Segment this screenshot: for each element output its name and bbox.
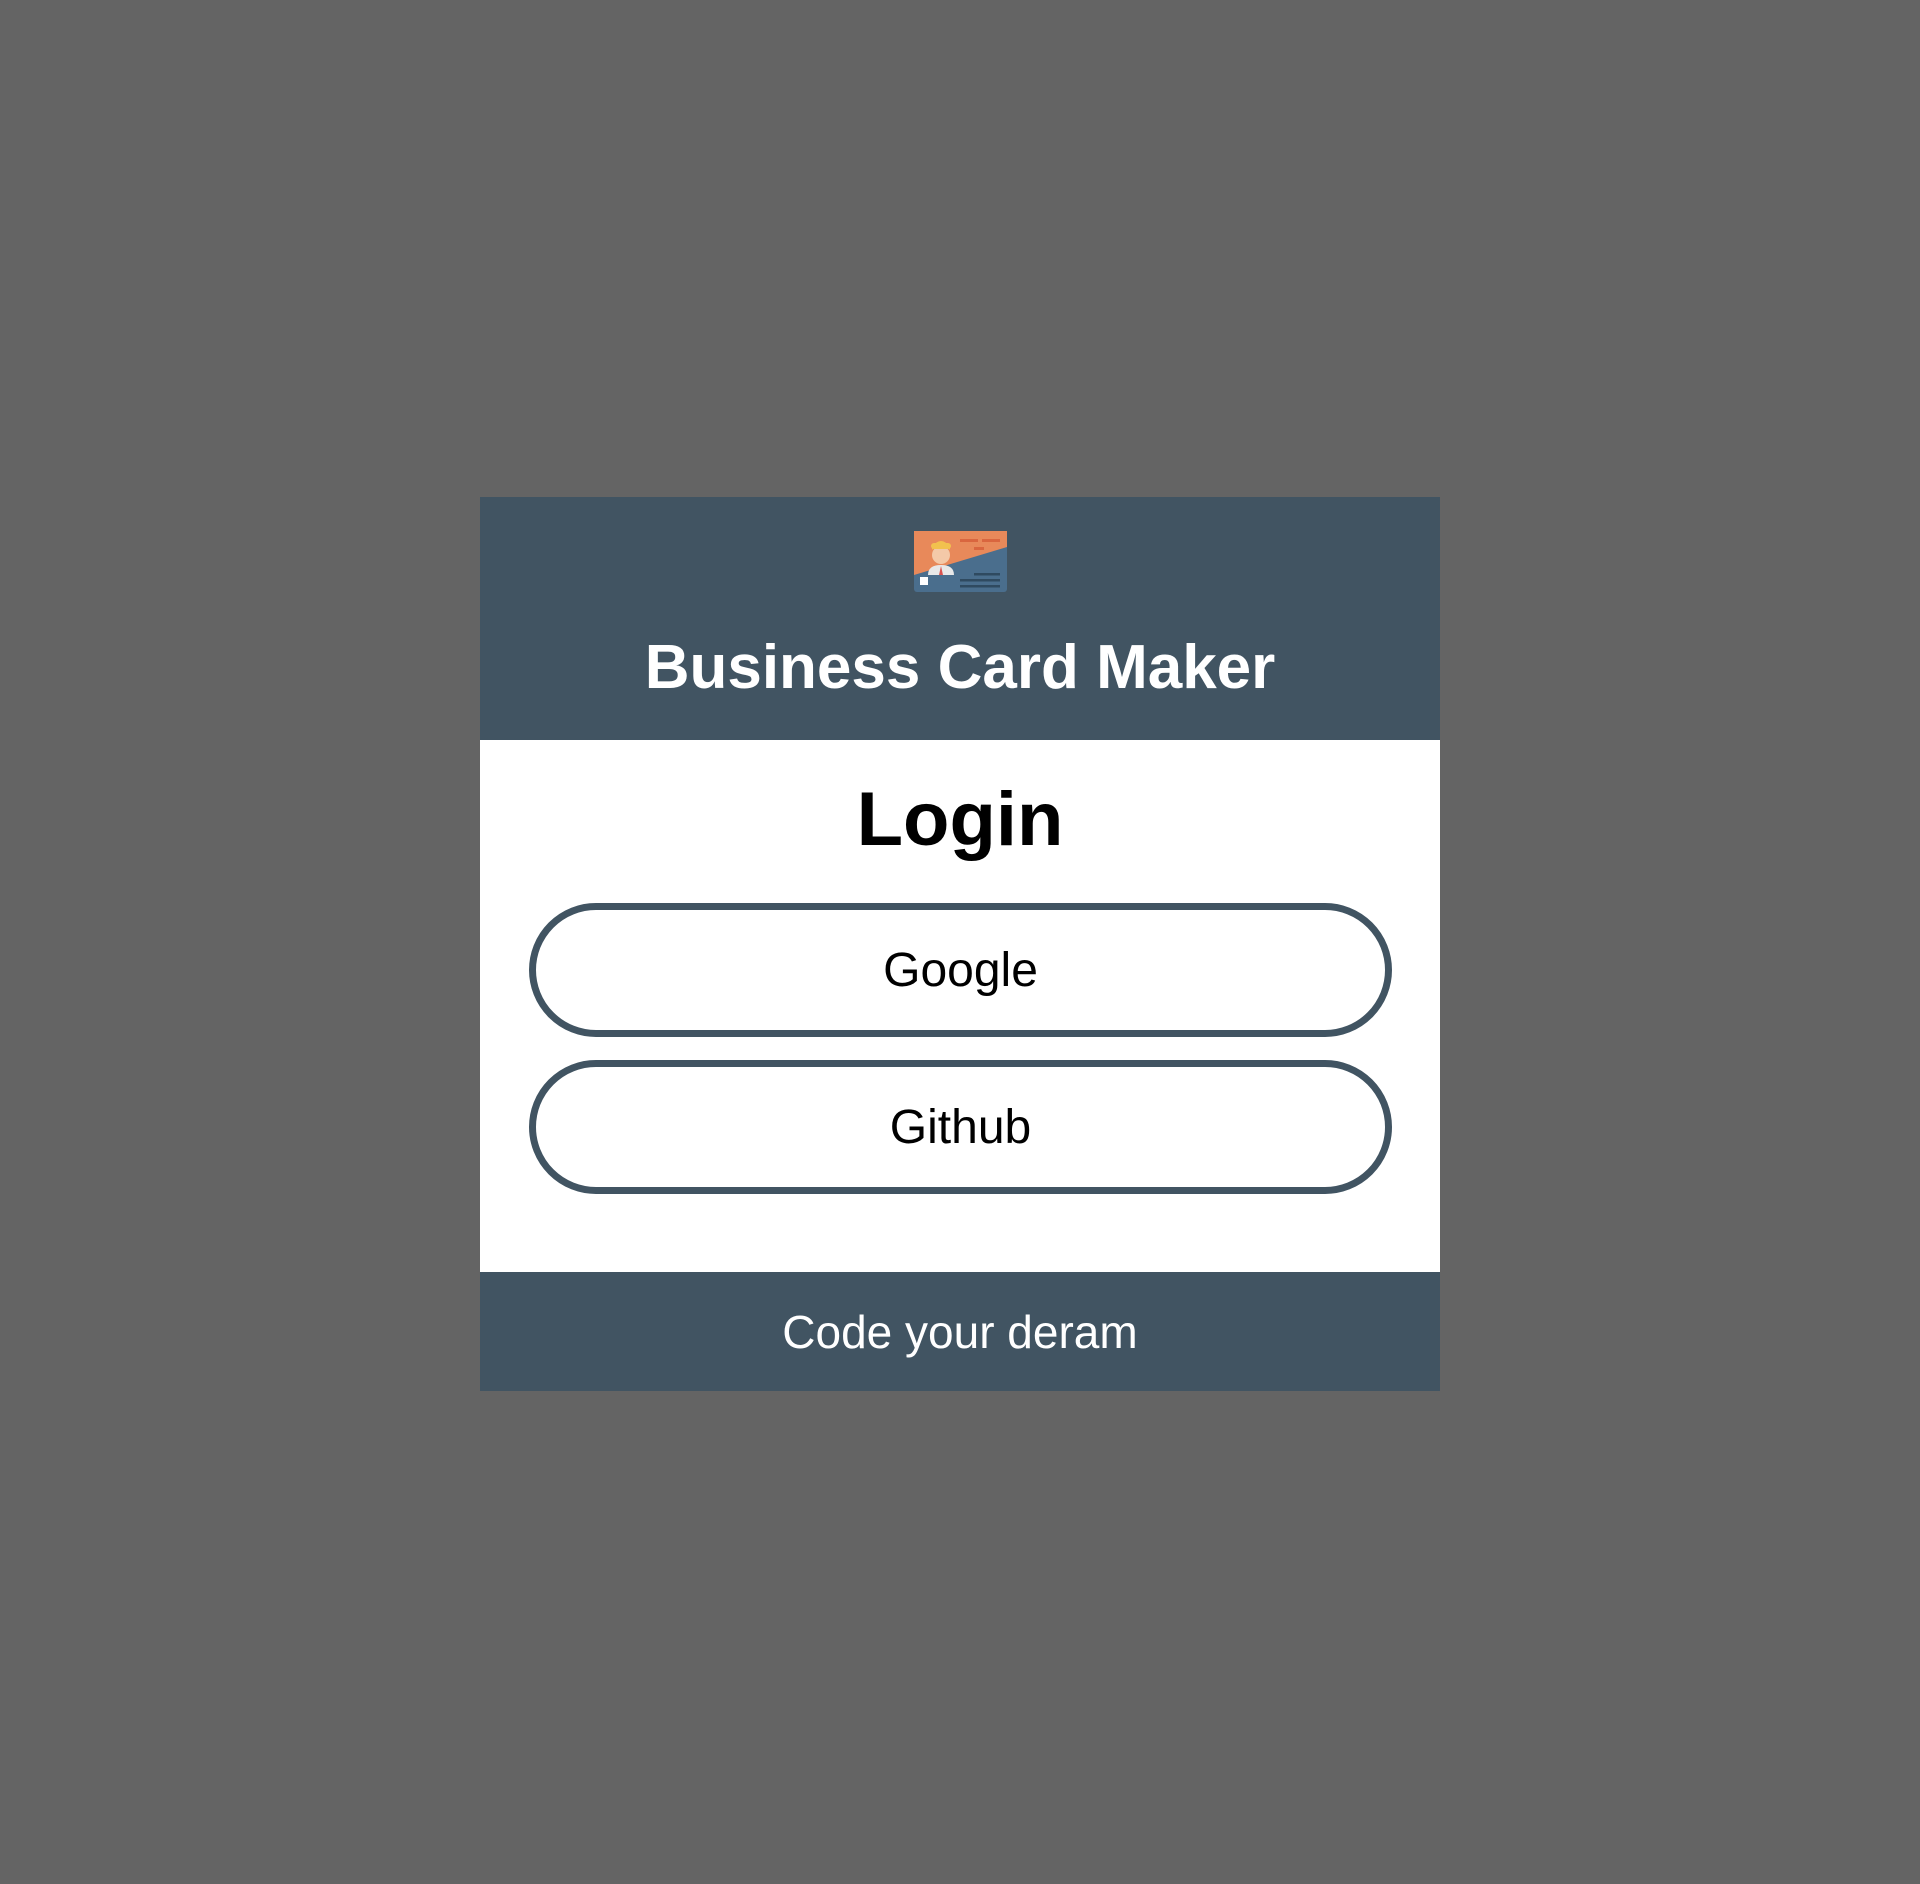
login-card: Business Card Maker Login Google Github … bbox=[480, 497, 1440, 1391]
app-title: Business Card Maker bbox=[644, 633, 1276, 702]
business-card-icon bbox=[914, 531, 1007, 592]
google-login-button[interactable]: Google bbox=[529, 903, 1392, 1037]
github-login-button[interactable]: Github bbox=[529, 1060, 1392, 1194]
card-footer: Code your deram bbox=[480, 1272, 1440, 1391]
footer-text: Code your deram bbox=[782, 1305, 1138, 1358]
card-header: Business Card Maker bbox=[480, 497, 1440, 740]
login-heading: Login bbox=[856, 777, 1064, 862]
